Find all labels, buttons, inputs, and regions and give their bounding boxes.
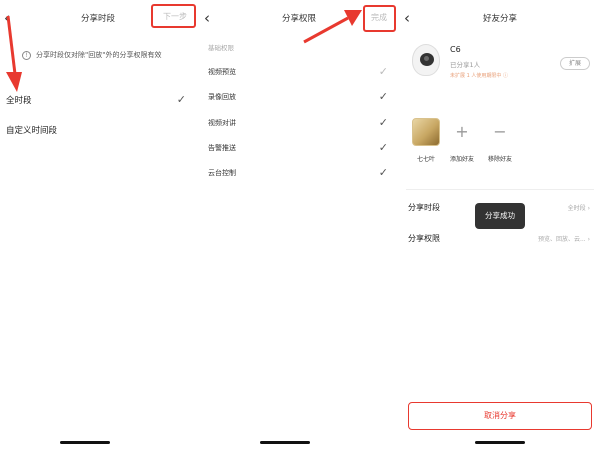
avatar xyxy=(412,118,440,146)
option-label: 自定义时间段 xyxy=(6,126,58,136)
setting-label: 分享时段 xyxy=(408,203,440,212)
option-full-time[interactable]: 全时段 ✓ xyxy=(6,93,186,106)
checkmark-icon: ✓ xyxy=(176,93,186,106)
option-label: 全时段 xyxy=(6,95,32,106)
minus-icon: − xyxy=(493,122,507,141)
cancel-share-button[interactable]: 取消分享 xyxy=(408,402,592,430)
perm-ptz-control[interactable]: 云台控制 ✓ xyxy=(208,166,388,179)
device-name: C6 xyxy=(450,45,461,54)
home-indicator xyxy=(60,441,110,444)
perm-label: 告警推送 xyxy=(208,143,236,152)
device-note: 未扩展 1 人使用期限中 ⓘ xyxy=(450,73,508,79)
perm-intercom[interactable]: 视频对讲 ✓ xyxy=(208,116,388,129)
friend-label: 添加好友 xyxy=(449,156,474,163)
friend-share-screen: ‹ 好友分享 C6 已分享1人 未扩展 1 人使用期限中 ⓘ 扩展 七七叶 + … xyxy=(400,0,600,450)
camera-device-icon xyxy=(412,44,440,76)
checkmark-icon: ✓ xyxy=(378,90,388,103)
perm-playback[interactable]: 录像回放 ✓ xyxy=(208,90,388,103)
friend-label: 七七叶 xyxy=(416,156,435,163)
checkmark-icon: ✓ xyxy=(378,65,388,78)
setting-label: 分享权限 xyxy=(408,234,440,243)
divider xyxy=(406,189,594,190)
shared-count: 已分享1人 xyxy=(450,61,481,69)
option-custom-period[interactable]: 自定义时间段 xyxy=(6,124,186,136)
plus-icon: + xyxy=(455,122,469,141)
share-period-screen: ‹ 分享时段 下一步 ! 分享时段仅对除"回放"外的分享权限有效 全时段 ✓ 自… xyxy=(0,0,196,450)
perm-label: 视频对讲 xyxy=(208,118,236,127)
perm-label: 录像回放 xyxy=(208,92,236,101)
friend-item[interactable]: 七七叶 xyxy=(406,118,446,163)
friend-label: 移除好友 xyxy=(487,156,512,163)
red-arrow-icon xyxy=(303,10,362,44)
perm-label: 视频预览 xyxy=(208,67,236,76)
info-notice: ! 分享时段仅对除"回放"外的分享权限有效 xyxy=(22,50,161,60)
setting-share-permission[interactable]: 分享权限 预览、回放、云... › xyxy=(408,233,590,244)
checkmark-icon: ✓ xyxy=(378,141,388,154)
checkmark-icon: ✓ xyxy=(378,166,388,179)
page-title: 好友分享 xyxy=(482,14,517,24)
perm-alarm-push[interactable]: 告警推送 ✓ xyxy=(208,141,388,154)
checkmark-icon: ✓ xyxy=(378,116,388,129)
remove-friend-button[interactable]: − 移除好友 xyxy=(480,118,520,163)
red-arrow-icon xyxy=(6,15,22,92)
setting-value: 预览、回放、云... › xyxy=(537,236,590,243)
setting-value: 全时段 › xyxy=(567,205,590,212)
perm-video-preview[interactable]: 视频预览 ✓ xyxy=(208,65,388,78)
section-label: 基础权限 xyxy=(208,44,234,52)
add-friend-button[interactable]: + 添加好友 xyxy=(442,118,482,163)
perm-label: 云台控制 xyxy=(208,168,236,177)
info-text: 分享时段仅对除"回放"外的分享权限有效 xyxy=(36,51,162,59)
highlight-box xyxy=(151,4,196,28)
success-toast: 分享成功 xyxy=(475,203,525,229)
share-permission-screen: ‹ 分享权限 完成 基础权限 视频预览 ✓ 录像回放 ✓ 视频对讲 ✓ 告警推送… xyxy=(200,0,398,450)
home-indicator xyxy=(260,441,310,444)
expand-button[interactable]: 扩展 xyxy=(560,57,590,70)
home-indicator xyxy=(475,441,525,444)
